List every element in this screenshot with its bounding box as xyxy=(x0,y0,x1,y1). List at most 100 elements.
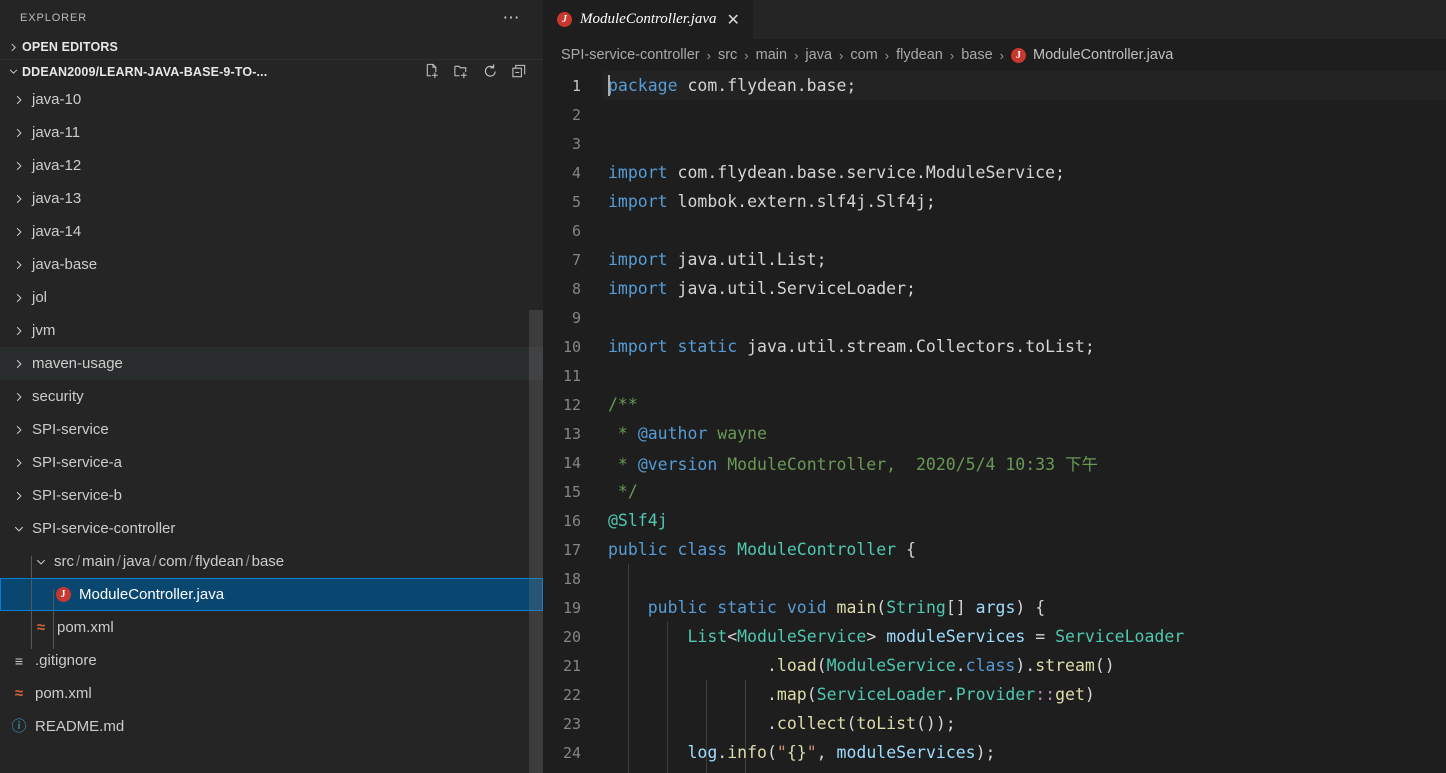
chevron-right-icon xyxy=(8,259,30,271)
code-line[interactable]: 16 @Slf4j xyxy=(543,506,1446,535)
tree-item[interactable]: SPI-service-a xyxy=(0,446,543,479)
collapse-all-icon[interactable] xyxy=(509,62,529,82)
code-line[interactable]: 21 .load(ModuleService.class).stream() xyxy=(543,651,1446,680)
code-line[interactable]: 4 import com.flydean.base.service.ModuleS… xyxy=(543,158,1446,187)
code-line[interactable]: 18 xyxy=(543,564,1446,593)
chevron-right-icon: › xyxy=(949,47,955,63)
breadcrumb-item[interactable]: com xyxy=(850,47,877,63)
workspace-name: DDEAN2009/LEARN-JAVA-BASE-9-TO-... xyxy=(22,64,268,79)
line-number: 2 xyxy=(571,105,581,124)
tree-item[interactable]: ≈ pom.xml xyxy=(0,611,543,644)
tree-item[interactable]: java-base xyxy=(0,248,543,281)
path-segment[interactable]: flydean xyxy=(195,553,243,570)
section-open-editors[interactable]: OPEN EDITORS xyxy=(0,35,543,59)
code-text: .collect(toList()); xyxy=(608,714,956,733)
section-workspace[interactable]: DDEAN2009/LEARN-JAVA-BASE-9-TO-... xyxy=(0,59,543,83)
tree-item[interactable]: java-14 xyxy=(0,215,543,248)
tree-item[interactable]: jol xyxy=(0,281,543,314)
line-number: 19 xyxy=(562,598,581,617)
path-segment[interactable]: main xyxy=(82,553,115,570)
path-separator-icon: / xyxy=(116,553,121,570)
tree-item-label: pom.xml xyxy=(57,619,114,636)
tree-item-label: java-13 xyxy=(32,190,82,207)
line-number: 18 xyxy=(562,569,581,588)
chevron-right-icon xyxy=(8,424,30,436)
code-line[interactable]: 10 import static java.util.stream.Collect… xyxy=(543,332,1446,361)
new-folder-icon[interactable] xyxy=(451,62,471,82)
tree-item-label: jol xyxy=(32,289,48,306)
tree-item[interactable]: SPI-service-b xyxy=(0,479,543,512)
tree-item[interactable]: src / main / java / com / flydean / base xyxy=(0,545,543,578)
code-editor[interactable]: 1 package com.flydean.base; 2 3 4 import com.… xyxy=(543,71,1446,773)
workspace-actions xyxy=(422,62,543,82)
tree-item[interactable]: ≡ .gitignore xyxy=(0,644,543,677)
line-number: 4 xyxy=(571,163,581,182)
tree-item[interactable]: java-10 xyxy=(0,83,543,116)
sidebar-scrollbar[interactable] xyxy=(529,310,543,773)
code-line[interactable]: 1 package com.flydean.base; xyxy=(543,71,1446,100)
code-line[interactable]: 7 import java.util.List; xyxy=(543,245,1446,274)
explorer-sidebar: EXPLORER ⋯ OPEN EDITORS DDEAN2009/LEARN-… xyxy=(0,0,543,773)
tree-item-label: java-10 xyxy=(32,91,82,108)
breadcrumb-item[interactable]: src xyxy=(718,47,737,63)
code-line[interactable]: 2 xyxy=(543,100,1446,129)
tree-item[interactable]: SPI-service xyxy=(0,413,543,446)
new-file-icon[interactable] xyxy=(422,62,442,82)
tree-item-label: security xyxy=(32,388,84,405)
code-line[interactable]: 5 import lombok.extern.slf4j.Slf4j; xyxy=(543,187,1446,216)
line-number: 3 xyxy=(571,134,581,153)
tree-item[interactable]: security xyxy=(0,380,543,413)
breadcrumb-item[interactable]: SPI-service-controller xyxy=(561,47,700,63)
tree-item[interactable]: ≈ pom.xml xyxy=(0,677,543,710)
tree-item[interactable]: jvm xyxy=(0,314,543,347)
code-line[interactable]: 19 public static void main(String[] args… xyxy=(543,593,1446,622)
tree-item[interactable]: java-11 xyxy=(0,116,543,149)
chevron-right-icon xyxy=(8,358,30,370)
breadcrumb-item[interactable]: flydean xyxy=(896,47,943,63)
tree-item[interactable]: ⓘ README.md xyxy=(0,710,543,743)
code-line[interactable]: 23 .collect(toList()); xyxy=(543,709,1446,738)
breadcrumb-item[interactable]: main xyxy=(756,47,787,63)
path-segment[interactable]: base xyxy=(252,553,285,570)
code-line[interactable]: 17 public class ModuleController { xyxy=(543,535,1446,564)
refresh-icon[interactable] xyxy=(480,62,500,82)
code-line[interactable]: 25 } xyxy=(543,767,1446,773)
breadcrumb: SPI-service-controller › src › main › java › com… xyxy=(543,39,1446,71)
code-line[interactable]: 24 log.info("{}", moduleServices); xyxy=(543,738,1446,767)
tree-item-label: README.md xyxy=(35,718,125,735)
tree-item[interactable]: java-12 xyxy=(0,149,543,182)
path-separator-icon: / xyxy=(245,553,250,570)
code-line[interactable]: 8 import java.util.ServiceLoader; xyxy=(543,274,1446,303)
path-segment[interactable]: com xyxy=(159,553,187,570)
xml-file-icon: ≈ xyxy=(14,685,24,702)
code-line[interactable]: 9 xyxy=(543,303,1446,332)
breadcrumb-item[interactable]: java xyxy=(805,47,832,63)
breadcrumb-item[interactable]: base xyxy=(961,47,992,63)
chevron-right-icon: › xyxy=(706,47,711,63)
close-icon[interactable]: ✕ xyxy=(725,10,742,30)
tree-item[interactable]: SPI-service-controller xyxy=(0,512,543,545)
code-line[interactable]: 20 List<ModuleService> moduleServices = … xyxy=(543,622,1446,651)
tree-item-selected[interactable]: J ModuleController.java xyxy=(0,578,543,611)
code-line[interactable]: 15 */ xyxy=(543,477,1446,506)
path-segment[interactable]: java xyxy=(123,553,151,570)
code-line[interactable]: 22 .map(ServiceLoader.Provider::get) xyxy=(543,680,1446,709)
tree-item[interactable]: maven-usage xyxy=(0,347,543,380)
more-actions-icon[interactable]: ⋯ xyxy=(489,9,536,26)
chevron-right-icon xyxy=(8,292,30,304)
code-line[interactable]: 14 * @version ModuleController, 2020/5/4… xyxy=(543,448,1446,477)
code-line[interactable]: 11 xyxy=(543,361,1446,390)
line-number: 1 xyxy=(571,76,581,95)
line-number: 15 xyxy=(562,482,581,501)
chevron-right-icon xyxy=(8,94,30,106)
line-number: 24 xyxy=(562,743,581,762)
tree-item-label: src / main / java / com / flydean / base xyxy=(52,553,284,570)
tab-module-controller[interactable]: J ModuleController.java ✕ xyxy=(543,0,754,39)
code-line[interactable]: 6 xyxy=(543,216,1446,245)
code-line[interactable]: 12 /** xyxy=(543,390,1446,419)
breadcrumb-file[interactable]: J ModuleController.java xyxy=(1011,47,1173,63)
code-line[interactable]: 13 * @author wayne xyxy=(543,419,1446,448)
tree-item[interactable]: java-13 xyxy=(0,182,543,215)
code-line[interactable]: 3 xyxy=(543,129,1446,158)
path-segment[interactable]: src xyxy=(54,553,74,570)
